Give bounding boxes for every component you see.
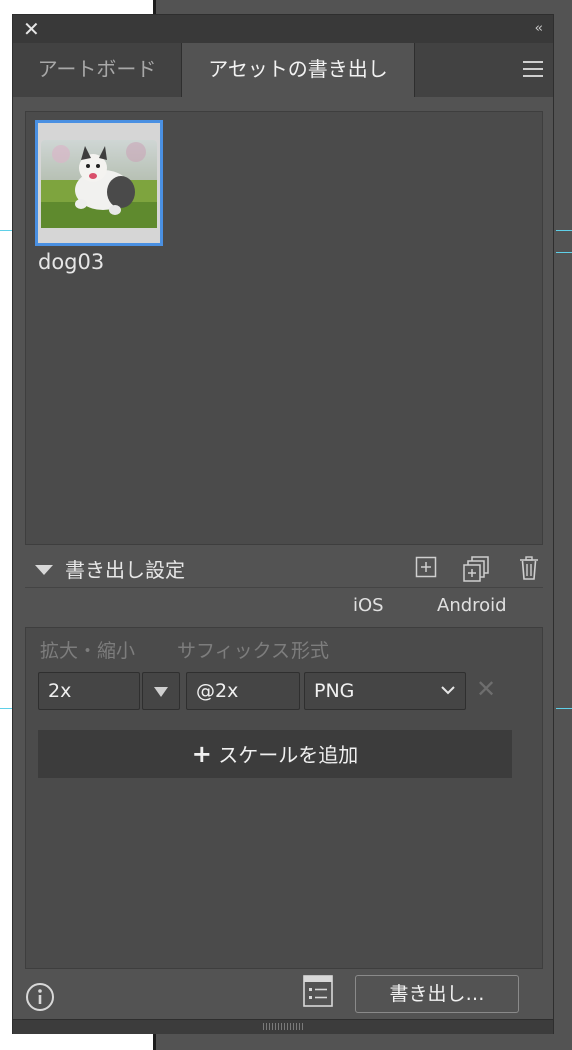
preset-ios-button[interactable]: iOS <box>353 595 384 616</box>
scale-input[interactable]: 2x <box>38 672 140 710</box>
chevron-down-icon <box>441 686 455 695</box>
grip-icon[interactable] <box>263 1023 303 1030</box>
tab-bar: アートボード アセットの書き出し <box>13 43 553 97</box>
column-header-format: 形式 <box>291 640 330 662</box>
export-button[interactable]: 書き出し… <box>355 975 519 1013</box>
asset-export-panel: ✕ ‹‹ アートボード アセットの書き出し dog03 書き出し設定 iOS A… <box>12 14 554 1034</box>
tab-asset-export[interactable]: アセットの書き出し <box>181 43 415 97</box>
info-icon[interactable] <box>25 982 55 1012</box>
close-icon[interactable]: ✕ <box>23 16 40 42</box>
export-settings-title[interactable]: 書き出し設定 <box>65 554 185 583</box>
asset-name-label[interactable]: dog03 <box>38 250 104 274</box>
add-scale-button[interactable]: + スケールを追加 <box>38 730 512 778</box>
panel-footer: 書き出し… <box>13 965 553 1019</box>
format-select-value: PNG <box>314 680 355 702</box>
asset-thumbnail[interactable] <box>35 120 163 246</box>
add-asset-icon[interactable] <box>415 556 437 578</box>
guide-line <box>0 708 12 709</box>
plus-icon: + <box>191 740 212 768</box>
collapse-triangle-icon[interactable] <box>35 565 53 575</box>
triangle-down-icon <box>154 687 168 697</box>
column-header-suffix: サフィックス <box>177 640 291 662</box>
scale-settings-area: 拡大・縮小 サフィックス 形式 2x @2x PNG ✕ + スケールを追加 <box>25 627 543 969</box>
dog-photo-image <box>41 140 157 228</box>
export-for-screens-icon[interactable] <box>303 975 333 1007</box>
divider <box>25 587 543 588</box>
suffix-input[interactable]: @2x <box>186 672 300 710</box>
format-select[interactable]: PNG <box>304 672 466 710</box>
guide-line <box>556 252 572 253</box>
trash-icon[interactable] <box>519 556 539 580</box>
collapse-icon[interactable]: ‹‹ <box>535 18 544 40</box>
column-header-scale: 拡大・縮小 <box>40 640 136 662</box>
scale-dropdown-button[interactable] <box>142 672 180 710</box>
add-scale-label: スケールを追加 <box>218 743 359 767</box>
resize-handle[interactable] <box>13 1019 553 1034</box>
add-multiple-assets-icon[interactable] <box>463 556 491 582</box>
panel-menu-icon[interactable] <box>523 61 543 77</box>
guide-line <box>556 230 572 231</box>
export-settings-header: 書き出し設定 <box>25 550 545 590</box>
asset-list[interactable]: dog03 <box>25 111 543 545</box>
guide-line <box>0 230 12 231</box>
panel-titlebar[interactable]: ✕ ‹‹ <box>13 15 553 43</box>
tab-artboards[interactable]: アートボード <box>13 43 181 97</box>
guide-line <box>556 708 572 709</box>
preset-android-button[interactable]: Android <box>437 595 507 616</box>
remove-scale-icon[interactable]: ✕ <box>476 676 496 702</box>
